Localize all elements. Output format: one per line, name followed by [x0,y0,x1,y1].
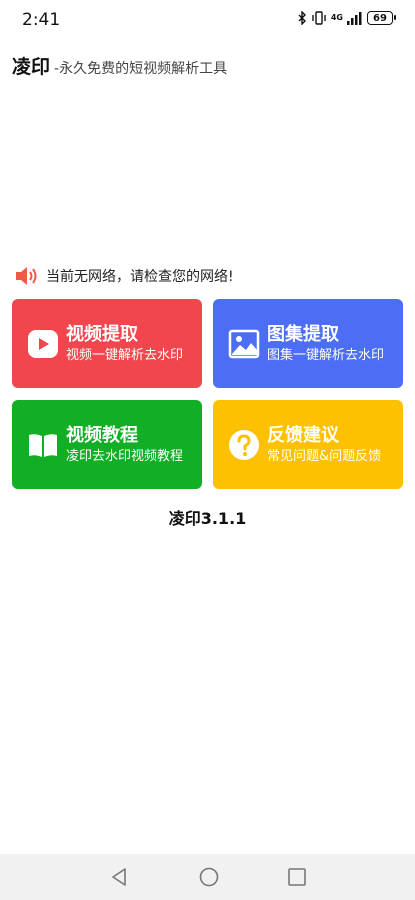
card-subtitle: 视频一键解析去水印 [66,347,184,363]
app-header: 凌印 -永久免费的短视频解析工具 [12,52,227,79]
status-icons: 4G 69 [298,11,396,25]
play-icon [28,329,58,358]
speaker-icon [16,267,37,285]
status-bar: 2:41 4G 69 [0,0,415,40]
question-icon [229,429,259,460]
book-icon [29,433,57,457]
battery-icon: 69 [367,11,396,25]
vibrate-icon [312,11,326,25]
card-title: 反馈建议 [267,424,339,446]
feedback-button[interactable]: 反馈建议 常见问题&问题反馈 [213,400,403,489]
app-screen: 2:41 4G 69 凌印 -永久免费的短视频解析工具 当前无网络，请检查您的网… [0,0,415,900]
video-extract-button[interactable]: 视频提取 视频一键解析去水印 [12,299,202,388]
status-time: 2:41 [22,10,61,30]
notice-text: 当前无网络，请检查您的网络! [46,269,234,285]
navigation-bar [0,854,415,900]
card-subtitle: 凌印去水印视频教程 [66,448,184,464]
recent-apps-icon[interactable] [287,866,307,888]
card-subtitle: 图集一键解析去水印 [267,347,385,363]
battery-level: 69 [373,12,387,24]
card-title: 视频教程 [66,424,138,446]
card-text: 反馈建议 常见问题&问题反馈 [267,424,381,466]
signal-icon [347,11,362,25]
back-icon[interactable] [109,866,129,888]
version-label: 凌印3.1.1 [168,509,247,528]
app-title: 凌印 [12,56,51,78]
card-title: 视频提取 [66,323,138,345]
home-icon[interactable] [198,866,220,888]
bluetooth-icon [298,11,306,25]
network-notice: 当前无网络，请检查您的网络! [14,265,234,287]
card-text: 图集提取 图集一键解析去水印 [267,323,384,365]
video-tutorial-button[interactable]: 视频教程 凌印去水印视频教程 [12,400,202,489]
card-text: 视频教程 凌印去水印视频教程 [66,424,183,466]
image-extract-button[interactable]: 图集提取 图集一键解析去水印 [213,299,403,388]
image-icon [228,329,260,358]
card-text: 视频提取 视频一键解析去水印 [66,323,183,365]
card-title: 图集提取 [267,323,339,345]
card-subtitle: 常见问题&问题反馈 [267,448,382,464]
network-type-label: 4G [330,13,343,22]
app-subtitle: -永久免费的短视频解析工具 [54,61,228,77]
